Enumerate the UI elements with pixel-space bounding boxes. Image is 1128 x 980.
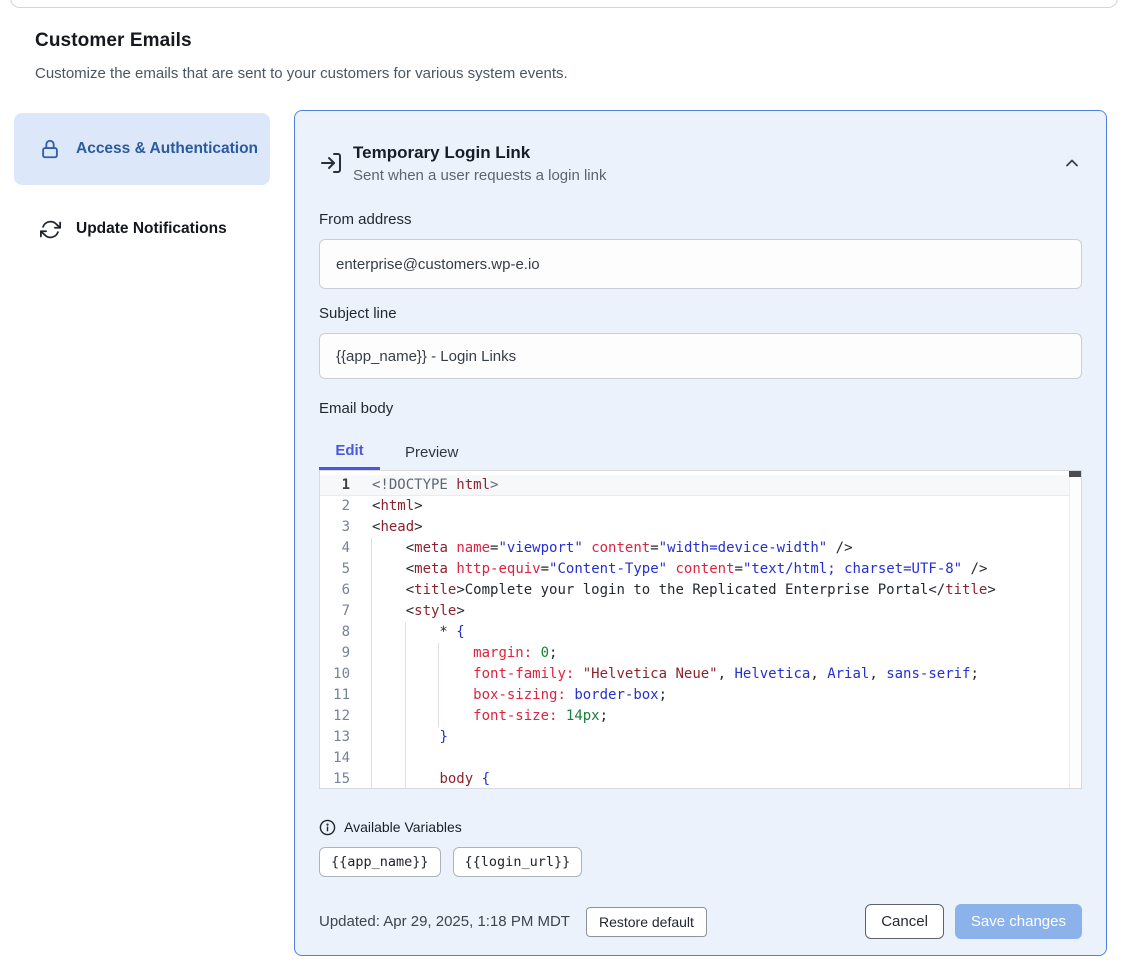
collapse-section-button[interactable]: [1062, 153, 1082, 173]
line-number: 2: [320, 496, 350, 517]
line-number: 9: [320, 643, 350, 664]
line-number: 15: [320, 769, 350, 789]
email-body-tabs: Edit Preview: [319, 434, 1082, 470]
tab-preview[interactable]: Preview: [403, 434, 460, 470]
indent-guide: [371, 538, 372, 788]
variable-chip-app-name[interactable]: {{app_name}}: [319, 847, 441, 877]
line-code: margin: 0;: [350, 643, 557, 664]
code-line[interactable]: 10 font-family: "Helvetica Neue", Helvet…: [320, 664, 1081, 685]
code-line[interactable]: 13 }: [320, 727, 1081, 748]
line-code: * {: [350, 622, 465, 643]
line-number: 7: [320, 601, 350, 622]
line-number: 13: [320, 727, 350, 748]
sidebar-item-update-notifications[interactable]: Update Notifications: [14, 205, 270, 253]
refresh-icon: [38, 219, 62, 240]
subject-line-label: Subject line: [319, 305, 1082, 325]
restore-default-button[interactable]: Restore default: [586, 907, 707, 937]
line-number: 5: [320, 559, 350, 580]
code-lines: 1<!DOCTYPE html>2<html>3<head>4 <meta na…: [320, 471, 1081, 789]
line-code: [350, 748, 372, 769]
variable-chip-login-url[interactable]: {{login_url}}: [453, 847, 583, 877]
line-number: 3: [320, 517, 350, 538]
code-line[interactable]: 1<!DOCTYPE html>: [320, 475, 1081, 496]
panel-subtitle: Sent when a user requests a login link: [353, 167, 606, 184]
line-code: box-sizing: border-box;: [350, 685, 667, 706]
temporary-login-link-panel: Temporary Login Link Sent when a user re…: [294, 110, 1107, 956]
line-code: font-size: 14px;: [350, 706, 608, 727]
save-changes-button[interactable]: Save changes: [955, 904, 1082, 939]
line-number: 6: [320, 580, 350, 601]
code-line[interactable]: 12 font-size: 14px;: [320, 706, 1081, 727]
page-header: Customer Emails Customize the emails tha…: [35, 30, 568, 82]
line-code: }: [350, 727, 448, 748]
code-line[interactable]: 8 * {: [320, 622, 1081, 643]
panel-footer: Updated: Apr 29, 2025, 1:18 PM MDT Resto…: [319, 903, 1082, 940]
sidebar-item-label: Access & Authentication: [76, 137, 258, 161]
line-number: 12: [320, 706, 350, 727]
available-variables-header: Available Variables: [319, 817, 1082, 837]
updated-timestamp: Updated: Apr 29, 2025, 1:18 PM MDT: [319, 913, 570, 930]
line-number: 8: [320, 622, 350, 643]
page-title: Customer Emails: [35, 30, 568, 52]
code-line[interactable]: 9 margin: 0;: [320, 643, 1081, 664]
info-icon: [319, 819, 336, 836]
line-code: <meta name="viewport" content="width=dev…: [350, 538, 853, 559]
code-line[interactable]: 14: [320, 748, 1081, 769]
line-code: <title>Complete your login to the Replic…: [350, 580, 996, 601]
panel-title: Temporary Login Link: [353, 143, 606, 163]
panel-header-text: Temporary Login Link Sent when a user re…: [353, 143, 606, 184]
code-line[interactable]: 7 <style>: [320, 601, 1081, 622]
tab-edit[interactable]: Edit: [319, 434, 380, 470]
page-subtitle: Customize the emails that are sent to yo…: [35, 65, 568, 82]
from-address-label: From address: [319, 211, 1082, 231]
email-types-sidebar: Access & Authentication Update Notificat…: [14, 113, 270, 253]
editor-scrollbar-track: [1069, 471, 1081, 788]
line-code: <!DOCTYPE html>: [350, 475, 498, 496]
indent-guide: [405, 622, 406, 788]
chevron-up-icon: [1062, 153, 1082, 173]
email-body-label: Email body: [319, 400, 1082, 420]
code-line[interactable]: 5 <meta http-equiv="Content-Type" conten…: [320, 559, 1081, 580]
line-number: 11: [320, 685, 350, 706]
variable-chips: {{app_name}} {{login_url}}: [319, 847, 1082, 877]
sidebar-item-access-authentication[interactable]: Access & Authentication: [14, 113, 270, 185]
panel-header: Temporary Login Link Sent when a user re…: [319, 137, 1082, 189]
line-code: <meta http-equiv="Content-Type" content=…: [350, 559, 987, 580]
line-code: font-family: "Helvetica Neue", Helvetica…: [350, 664, 979, 685]
code-line[interactable]: 15 body {: [320, 769, 1081, 789]
line-number: 10: [320, 664, 350, 685]
login-icon: [319, 151, 345, 175]
upper-card-bottom-edge: [10, 0, 1118, 8]
line-code: <style>: [350, 601, 465, 622]
sidebar-item-label: Update Notifications: [76, 217, 227, 241]
code-line[interactable]: 4 <meta name="viewport" content="width=d…: [320, 538, 1081, 559]
indent-guide: [438, 643, 439, 727]
line-code: <html>: [350, 496, 423, 517]
code-line[interactable]: 3<head>: [320, 517, 1081, 538]
code-line[interactable]: 2<html>: [320, 496, 1081, 517]
subject-line-input[interactable]: [319, 333, 1082, 379]
line-number: 1: [320, 475, 350, 496]
code-line[interactable]: 6 <title>Complete your login to the Repl…: [320, 580, 1081, 601]
line-code: <head>: [350, 517, 423, 538]
cancel-button[interactable]: Cancel: [865, 904, 944, 939]
editor-scrollbar-thumb[interactable]: [1069, 471, 1081, 477]
line-number: 4: [320, 538, 350, 559]
available-variables-label: Available Variables: [344, 819, 462, 835]
line-number: 14: [320, 748, 350, 769]
code-line[interactable]: 11 box-sizing: border-box;: [320, 685, 1081, 706]
lock-icon: [38, 138, 62, 160]
code-editor[interactable]: 1<!DOCTYPE html>2<html>3<head>4 <meta na…: [319, 470, 1082, 789]
from-address-input[interactable]: [319, 239, 1082, 289]
